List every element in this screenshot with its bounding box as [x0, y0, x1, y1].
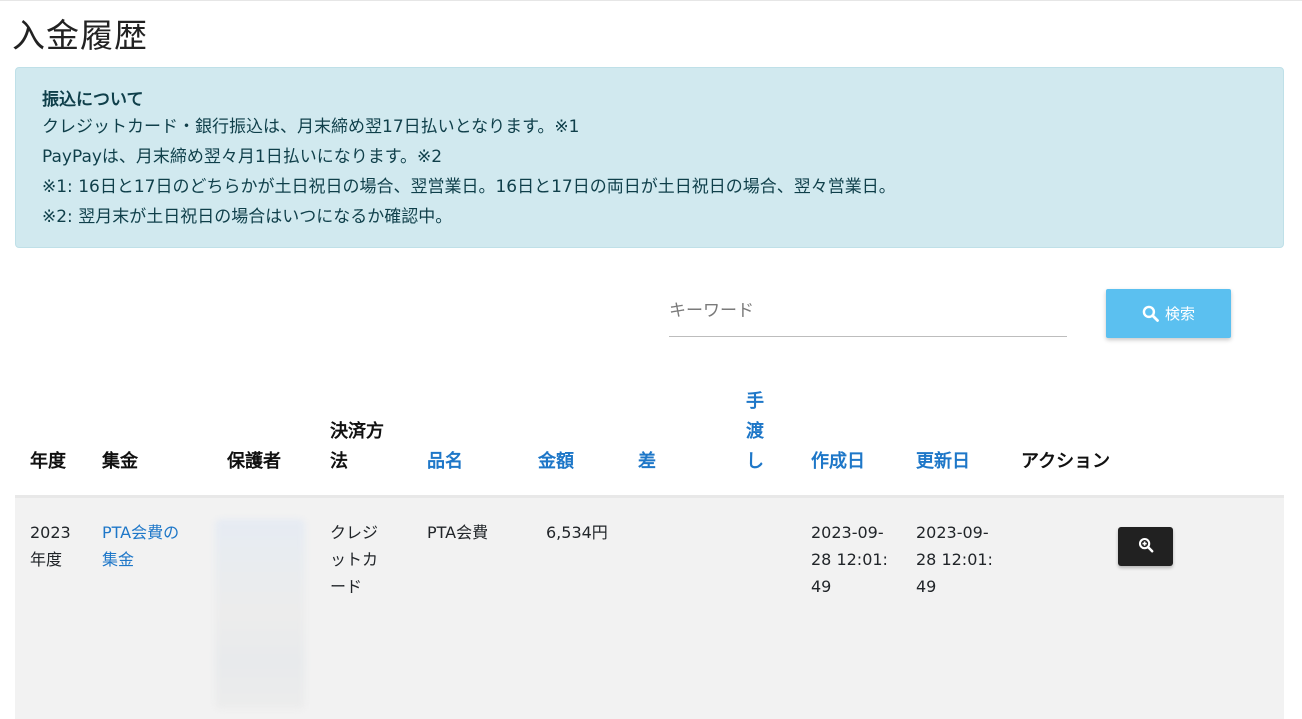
alert-note-2: ※2: 翌月末が土日祝日の場合はいつになるか確認中。: [42, 207, 453, 227]
zoom-in-icon: [1138, 537, 1154, 556]
alert-line-credit-bank: クレジットカード・銀行振込は、月末締め翌17日払いとなります。※1: [42, 117, 580, 137]
cell-year: 2023 年度: [30, 519, 71, 573]
column-header-collection: 集金: [102, 451, 138, 472]
cell-line: 年度: [30, 550, 63, 569]
column-header-year: 年度: [30, 451, 66, 472]
alert-note-1: ※1: 16日と17日のどちらかが土日祝日の場合、翌営業日。16日と17日の両日…: [42, 177, 896, 197]
column-header-updated[interactable]: 更新日: [916, 447, 970, 477]
cell-line: 2023: [30, 523, 71, 542]
cell-guardian-redacted: [215, 519, 305, 709]
cell-line: PTA会費の: [102, 523, 180, 542]
column-header-guardian: 保護者: [227, 451, 281, 472]
cell-created: 2023-09- 28 12:01: 49: [811, 519, 888, 600]
column-header-action: アクション: [1021, 451, 1111, 472]
cell-payment-method: クレジ ットカ ード: [330, 519, 378, 600]
cell-amount: 6,534円: [546, 523, 608, 542]
header-line: し: [746, 451, 764, 472]
column-header-payment-method: 決済方 法: [330, 417, 384, 477]
column-header-difference[interactable]: 差: [638, 447, 656, 477]
search-button[interactable]: 検索: [1106, 289, 1231, 338]
alert-title: 振込について: [42, 90, 144, 110]
cell-line: 集金: [102, 550, 135, 569]
cell-line: 2023-09-: [916, 523, 989, 542]
cell-updated: 2023-09- 28 12:01: 49: [916, 519, 993, 600]
header-line: 渡: [746, 421, 764, 442]
cell-line: 49: [916, 577, 937, 596]
cell-line: ットカ: [330, 550, 379, 569]
column-header-amount[interactable]: 金額: [538, 447, 574, 477]
cell-line: ード: [330, 577, 363, 596]
table-row: [15, 498, 1284, 719]
alert-line-paypay: PayPayは、月末締め翌々月1日払いになります。※2: [42, 147, 443, 167]
page-title: 入金履歴: [12, 16, 148, 55]
column-header-handover[interactable]: 手 渡 し: [746, 387, 764, 477]
search-icon: [1142, 305, 1159, 322]
keyword-search-input[interactable]: [669, 285, 1067, 337]
header-line: 法: [330, 451, 348, 472]
search-button-label: 検索: [1164, 305, 1195, 323]
header-line: 手: [746, 391, 764, 412]
cell-line: 28 12:01:: [916, 550, 993, 569]
column-header-created[interactable]: 作成日: [811, 447, 865, 477]
cell-collection-link[interactable]: PTA会費の 集金: [102, 519, 179, 573]
column-header-item-name[interactable]: 品名: [427, 447, 463, 477]
view-detail-button[interactable]: [1118, 527, 1173, 566]
cell-line: クレジ: [330, 523, 379, 542]
header-line: 決済方: [330, 421, 384, 442]
cell-line: 49: [811, 577, 832, 596]
cell-line: 28 12:01:: [811, 550, 888, 569]
cell-line: 2023-09-: [811, 523, 884, 542]
cell-item-name: PTA会費: [427, 523, 489, 542]
transfer-info-alert: 振込について クレジットカード・銀行振込は、月末締め翌17日払いとなります。※1…: [15, 67, 1284, 248]
